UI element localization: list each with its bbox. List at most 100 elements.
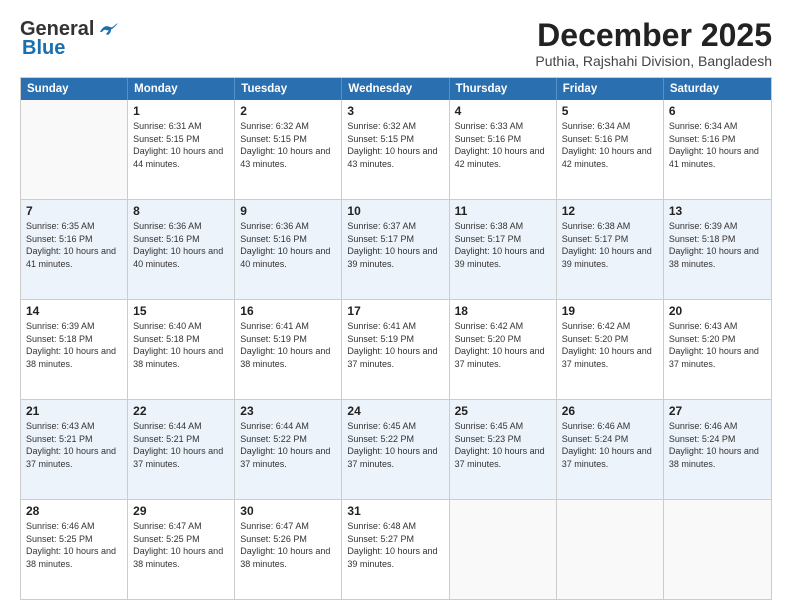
logo: General Blue bbox=[20, 18, 118, 60]
day-number: 8 bbox=[133, 204, 229, 218]
day-info: Sunrise: 6:36 AMSunset: 5:16 PMDaylight:… bbox=[240, 220, 336, 270]
day-cell-1: 1 Sunrise: 6:31 AMSunset: 5:15 PMDaylight… bbox=[128, 100, 235, 199]
day-info: Sunrise: 6:46 AMSunset: 5:25 PMDaylight:… bbox=[26, 520, 122, 570]
day-number: 6 bbox=[669, 104, 766, 118]
day-cell-17: 17 Sunrise: 6:41 AMSunset: 5:19 PMDayligh… bbox=[342, 300, 449, 399]
page: General Blue December 2025 Puthia, Rajsh… bbox=[0, 0, 792, 612]
empty-cell bbox=[557, 500, 664, 599]
day-info: Sunrise: 6:46 AMSunset: 5:24 PMDaylight:… bbox=[669, 420, 766, 470]
day-cell-21: 21Sunrise: 6:43 AMSunset: 5:21 PMDayligh… bbox=[21, 400, 128, 499]
day-cell-15: 15Sunrise: 6:40 AMSunset: 5:18 PMDayligh… bbox=[128, 300, 235, 399]
day-cell-30: 30 Sunrise: 6:47 AMSunset: 5:26 PMDayligh… bbox=[235, 500, 342, 599]
day-number: 20 bbox=[669, 304, 766, 318]
day-cell-13: 13 Sunrise: 6:39 AMSunset: 5:18 PMDayligh… bbox=[664, 200, 771, 299]
day-cell-6: 6 Sunrise: 6:34 AMSunset: 5:16 PMDaylight… bbox=[664, 100, 771, 199]
day-info: Sunrise: 6:33 AMSunset: 5:16 PMDaylight:… bbox=[455, 120, 551, 170]
day-info: Sunrise: 6:45 AMSunset: 5:22 PMDaylight:… bbox=[347, 420, 443, 470]
calendar-week-4: 21Sunrise: 6:43 AMSunset: 5:21 PMDayligh… bbox=[21, 400, 771, 500]
empty-cell bbox=[21, 100, 128, 199]
day-info: Sunrise: 6:32 AMSunset: 5:15 PMDaylight:… bbox=[347, 120, 443, 170]
day-number: 29 bbox=[133, 504, 229, 518]
day-cell-31: 31Sunrise: 6:48 AMSunset: 5:27 PMDayligh… bbox=[342, 500, 449, 599]
day-info: Sunrise: 6:41 AMSunset: 5:19 PMDaylight:… bbox=[240, 320, 336, 370]
day-cell-28: 28 Sunrise: 6:46 AMSunset: 5:25 PMDayligh… bbox=[21, 500, 128, 599]
day-number: 12 bbox=[562, 204, 658, 218]
day-number: 5 bbox=[562, 104, 658, 118]
day-info: Sunrise: 6:47 AMSunset: 5:25 PMDaylight:… bbox=[133, 520, 229, 570]
day-info: Sunrise: 6:42 AMSunset: 5:20 PMDaylight:… bbox=[562, 320, 658, 370]
day-info: Sunrise: 6:39 AMSunset: 5:18 PMDaylight:… bbox=[669, 220, 766, 270]
month-title: December 2025 bbox=[535, 18, 772, 53]
day-cell-2: 2 Sunrise: 6:32 AMSunset: 5:15 PMDaylight… bbox=[235, 100, 342, 199]
day-number: 23 bbox=[240, 404, 336, 418]
day-number: 1 bbox=[133, 104, 229, 118]
calendar-week-1: 1 Sunrise: 6:31 AMSunset: 5:15 PMDaylight… bbox=[21, 100, 771, 200]
header-day-sunday: Sunday bbox=[21, 78, 128, 100]
day-cell-9: 9 Sunrise: 6:36 AMSunset: 5:16 PMDaylight… bbox=[235, 200, 342, 299]
day-info: Sunrise: 6:43 AMSunset: 5:20 PMDaylight:… bbox=[669, 320, 766, 370]
day-cell-26: 26 Sunrise: 6:46 AMSunset: 5:24 PMDayligh… bbox=[557, 400, 664, 499]
header-day-wednesday: Wednesday bbox=[342, 78, 449, 100]
title-area: December 2025 Puthia, Rajshahi Division,… bbox=[535, 18, 772, 69]
header: General Blue December 2025 Puthia, Rajsh… bbox=[20, 18, 772, 69]
day-info: Sunrise: 6:34 AMSunset: 5:16 PMDaylight:… bbox=[562, 120, 658, 170]
subtitle: Puthia, Rajshahi Division, Bangladesh bbox=[535, 53, 772, 69]
day-number: 14 bbox=[26, 304, 122, 318]
day-number: 18 bbox=[455, 304, 551, 318]
day-number: 30 bbox=[240, 504, 336, 518]
header-day-thursday: Thursday bbox=[450, 78, 557, 100]
day-cell-5: 5 Sunrise: 6:34 AMSunset: 5:16 PMDaylight… bbox=[557, 100, 664, 199]
day-number: 26 bbox=[562, 404, 658, 418]
day-info: Sunrise: 6:45 AMSunset: 5:23 PMDaylight:… bbox=[455, 420, 551, 470]
calendar-week-2: 7Sunrise: 6:35 AMSunset: 5:16 PMDaylight… bbox=[21, 200, 771, 300]
day-info: Sunrise: 6:31 AMSunset: 5:15 PMDaylight:… bbox=[133, 120, 229, 170]
calendar: SundayMondayTuesdayWednesdayThursdayFrid… bbox=[20, 77, 772, 600]
day-cell-24: 24 Sunrise: 6:45 AMSunset: 5:22 PMDayligh… bbox=[342, 400, 449, 499]
day-info: Sunrise: 6:39 AMSunset: 5:18 PMDaylight:… bbox=[26, 320, 122, 370]
day-number: 7 bbox=[26, 204, 122, 218]
day-number: 22 bbox=[133, 404, 229, 418]
day-info: Sunrise: 6:47 AMSunset: 5:26 PMDaylight:… bbox=[240, 520, 336, 570]
day-number: 3 bbox=[347, 104, 443, 118]
logo-blue: Blue bbox=[22, 37, 65, 60]
day-info: Sunrise: 6:41 AMSunset: 5:19 PMDaylight:… bbox=[347, 320, 443, 370]
day-number: 19 bbox=[562, 304, 658, 318]
day-cell-27: 27Sunrise: 6:46 AMSunset: 5:24 PMDayligh… bbox=[664, 400, 771, 499]
calendar-week-5: 28 Sunrise: 6:46 AMSunset: 5:25 PMDayligh… bbox=[21, 500, 771, 599]
day-number: 28 bbox=[26, 504, 122, 518]
day-info: Sunrise: 6:34 AMSunset: 5:16 PMDaylight:… bbox=[669, 120, 766, 170]
day-number: 13 bbox=[669, 204, 766, 218]
day-cell-12: 12Sunrise: 6:38 AMSunset: 5:17 PMDayligh… bbox=[557, 200, 664, 299]
day-number: 9 bbox=[240, 204, 336, 218]
day-cell-11: 11 Sunrise: 6:38 AMSunset: 5:17 PMDayligh… bbox=[450, 200, 557, 299]
day-cell-8: 8 Sunrise: 6:36 AMSunset: 5:16 PMDaylight… bbox=[128, 200, 235, 299]
day-info: Sunrise: 6:44 AMSunset: 5:22 PMDaylight:… bbox=[240, 420, 336, 470]
calendar-week-3: 14 Sunrise: 6:39 AMSunset: 5:18 PMDayligh… bbox=[21, 300, 771, 400]
logo-bird-icon bbox=[96, 22, 118, 40]
day-number: 25 bbox=[455, 404, 551, 418]
day-number: 4 bbox=[455, 104, 551, 118]
day-cell-18: 18 Sunrise: 6:42 AMSunset: 5:20 PMDayligh… bbox=[450, 300, 557, 399]
day-info: Sunrise: 6:42 AMSunset: 5:20 PMDaylight:… bbox=[455, 320, 551, 370]
day-number: 17 bbox=[347, 304, 443, 318]
day-cell-7: 7Sunrise: 6:35 AMSunset: 5:16 PMDaylight… bbox=[21, 200, 128, 299]
day-info: Sunrise: 6:46 AMSunset: 5:24 PMDaylight:… bbox=[562, 420, 658, 470]
day-info: Sunrise: 6:38 AMSunset: 5:17 PMDaylight:… bbox=[455, 220, 551, 270]
day-cell-14: 14 Sunrise: 6:39 AMSunset: 5:18 PMDayligh… bbox=[21, 300, 128, 399]
day-info: Sunrise: 6:36 AMSunset: 5:16 PMDaylight:… bbox=[133, 220, 229, 270]
day-number: 16 bbox=[240, 304, 336, 318]
empty-cell bbox=[450, 500, 557, 599]
day-info: Sunrise: 6:44 AMSunset: 5:21 PMDaylight:… bbox=[133, 420, 229, 470]
day-number: 11 bbox=[455, 204, 551, 218]
calendar-header: SundayMondayTuesdayWednesdayThursdayFrid… bbox=[21, 78, 771, 100]
day-number: 10 bbox=[347, 204, 443, 218]
day-info: Sunrise: 6:32 AMSunset: 5:15 PMDaylight:… bbox=[240, 120, 336, 170]
day-number: 24 bbox=[347, 404, 443, 418]
header-day-friday: Friday bbox=[557, 78, 664, 100]
calendar-body: 1 Sunrise: 6:31 AMSunset: 5:15 PMDaylight… bbox=[21, 100, 771, 599]
day-number: 21 bbox=[26, 404, 122, 418]
day-number: 2 bbox=[240, 104, 336, 118]
header-day-monday: Monday bbox=[128, 78, 235, 100]
day-cell-4: 4 Sunrise: 6:33 AMSunset: 5:16 PMDaylight… bbox=[450, 100, 557, 199]
header-day-saturday: Saturday bbox=[664, 78, 771, 100]
